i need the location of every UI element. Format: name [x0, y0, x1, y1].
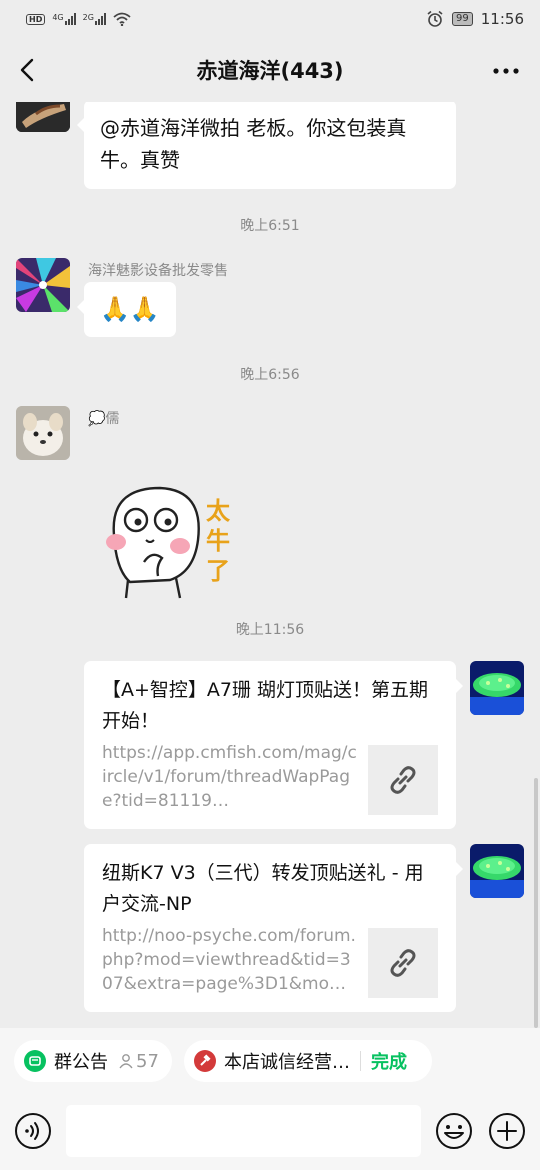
shop-label: 本店诚信经营…: [224, 1052, 350, 1073]
divider: [360, 1051, 361, 1071]
status-right: 99 11:56: [426, 10, 524, 28]
member-count: 57: [118, 1051, 159, 1072]
link-icon: [390, 949, 416, 977]
group-notice-chip[interactable]: 群公告 57: [14, 1040, 172, 1082]
message-text: @赤道海洋微拍 老板。你这包装真牛。真赞: [100, 116, 407, 172]
signal-4g-icon: 4G: [52, 13, 76, 25]
plus-icon[interactable]: [488, 1112, 526, 1150]
done-button[interactable]: 完成: [371, 1048, 407, 1074]
link-url: https://app.cmfish.com/mag/circle/v1/for…: [102, 743, 357, 811]
timestamp: 晚上6:56: [240, 367, 300, 383]
my-avatar[interactable]: [470, 661, 524, 715]
shop-notice-chip[interactable]: 本店诚信经营… 完成: [184, 1040, 432, 1082]
timestamp: 晚上6:51: [240, 218, 300, 234]
my-avatar[interactable]: [470, 844, 524, 898]
notice-icon: [24, 1050, 46, 1072]
hammer-icon: [194, 1050, 216, 1072]
bubble-tail: [456, 679, 463, 693]
notice-label: 群公告: [54, 1052, 108, 1073]
sender-name: 海洋魅影设备批发零售: [88, 263, 228, 279]
signal-4g-label: 4G: [52, 13, 64, 22]
avatar-image: [16, 258, 70, 312]
chat-title: 赤道海洋(443): [196, 59, 344, 83]
wifi-icon: [113, 12, 131, 26]
link-card[interactable]: 纽斯K7 V3（三代）转发顶贴送礼 - 用户交流-NP http://noo-p…: [84, 844, 463, 1012]
avatar-image: [16, 406, 70, 460]
link-icon: [390, 766, 416, 794]
tips-bar: 群公告 57 本店诚信经营… 完成: [0, 1028, 540, 1092]
bubble-tail: [456, 862, 463, 876]
signal-2g-label: 2G: [82, 13, 94, 22]
emoji-icon[interactable]: [435, 1112, 473, 1150]
status-bar: HD 4G 2G 99 11:56: [0, 0, 540, 38]
voice-icon[interactable]: [14, 1112, 52, 1150]
avatar[interactable]: [16, 406, 70, 460]
timestamp: 晚上11:56: [235, 622, 305, 638]
avatar[interactable]: [16, 102, 70, 132]
avatar-image: [16, 102, 70, 132]
more-dots-icon[interactable]: [492, 67, 520, 75]
bubble-tail: [77, 118, 84, 132]
input-bar: [0, 1092, 540, 1170]
message-input[interactable]: [66, 1105, 421, 1157]
chat-area[interactable]: @赤道海洋微拍 老板。你这包装真牛。真赞 晚上6:51 海洋魅影设备批发零售 🙏…: [0, 102, 540, 1028]
message-emoji: 🙏🙏: [100, 295, 160, 323]
bubble-tail: [77, 300, 84, 314]
sender-name: 💭儒: [88, 411, 120, 427]
link-title: 【A+智控】A7珊 瑚灯顶贴送！第五期开始！: [102, 679, 429, 732]
link-url: http://noo-psyche.com/forum.php?mod=view…: [102, 926, 356, 994]
avatar-image: [470, 661, 524, 715]
status-left: HD 4G 2G: [26, 12, 131, 26]
signal-2g-icon: 2G: [83, 13, 106, 25]
link-thumbnail: [368, 928, 438, 998]
member-count-value: 57: [136, 1050, 159, 1072]
back-arrow-icon[interactable]: [14, 56, 42, 84]
chat-scrollbar[interactable]: [534, 778, 538, 1028]
link-card[interactable]: 【A+智控】A7珊 瑚灯顶贴送！第五期开始！ https://app.cmfis…: [84, 661, 463, 829]
person-icon: [119, 1054, 133, 1069]
avatar-image: [470, 844, 524, 898]
alarm-icon: [427, 10, 443, 27]
link-thumbnail: [368, 745, 438, 815]
clock-time: 11:56: [480, 10, 524, 28]
sticker-caption: 太牛了: [206, 497, 230, 585]
battery-icon: 99: [452, 12, 473, 26]
link-title: 纽斯K7 V3（三代）转发顶贴送礼 - 用户交流-NP: [102, 862, 424, 915]
avatar[interactable]: [16, 258, 70, 312]
message-bubble[interactable]: 🙏🙏: [77, 282, 176, 337]
nav-bar: 赤道海洋(443): [0, 38, 540, 102]
hd-badge: HD: [26, 13, 46, 25]
message-bubble[interactable]: @赤道海洋微拍 老板。你这包装真牛。真赞: [77, 102, 456, 189]
